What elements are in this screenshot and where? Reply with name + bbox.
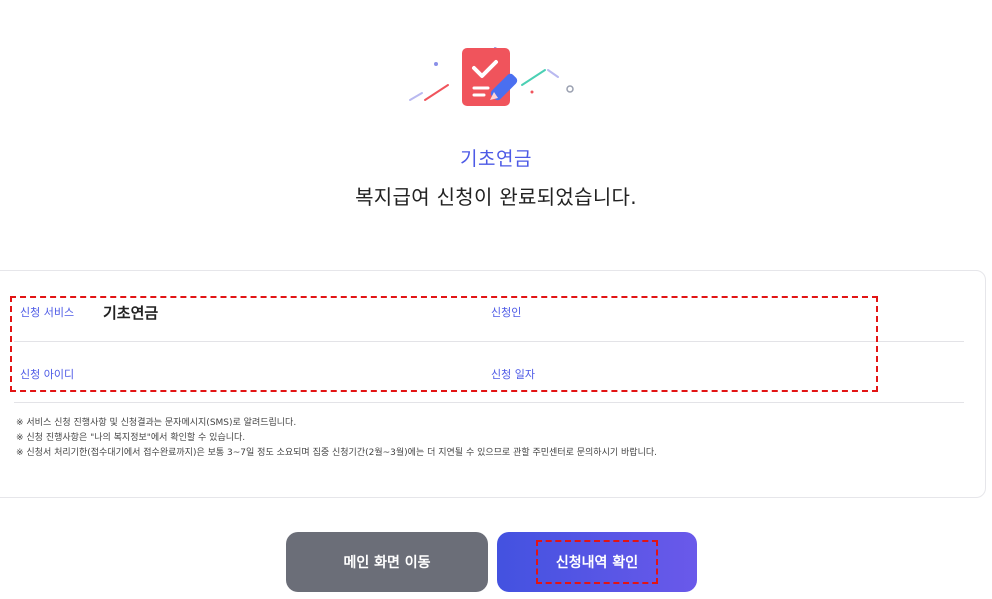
applicant-id-label: 신청 아이디 — [20, 368, 75, 381]
notice-item: ※ 서비스 신청 진행사항 및 신청결과는 문자메시지(SMS)로 알려드립니다… — [16, 418, 297, 428]
service-value: 기초연금 — [103, 304, 159, 322]
notice-item: ※ 신청 진행사항은 "나의 복지정보"에서 확인할 수 있습니다. — [16, 433, 246, 443]
application-date-label: 신청 일자 — [491, 368, 535, 381]
service-label: 신청 서비스 — [20, 306, 75, 319]
go-main-button[interactable]: 메인 화면 이동 — [286, 532, 488, 592]
notice-list: ※ 서비스 신청 진행사항 및 신청결과는 문자메시지(SMS)로 알려드립니다… — [16, 416, 976, 461]
notice-item: ※ 신청서 처리기한(접수대기에서 접수완료까지)은 보통 3~7일 정도 소요… — [16, 448, 657, 458]
applicant-label: 신청인 — [491, 306, 522, 319]
view-application-history-button[interactable]: 신청내역 확인 — [497, 532, 697, 592]
section-divider — [14, 402, 964, 403]
view-history-label: 신청내역 확인 — [535, 540, 659, 584]
completion-message: 복지급여 신청이 완료되었습니다. — [355, 185, 637, 209]
application-complete-icon — [409, 47, 574, 106]
service-title: 기초연금 — [460, 148, 532, 170]
go-main-label: 메인 화면 이동 — [343, 555, 431, 571]
